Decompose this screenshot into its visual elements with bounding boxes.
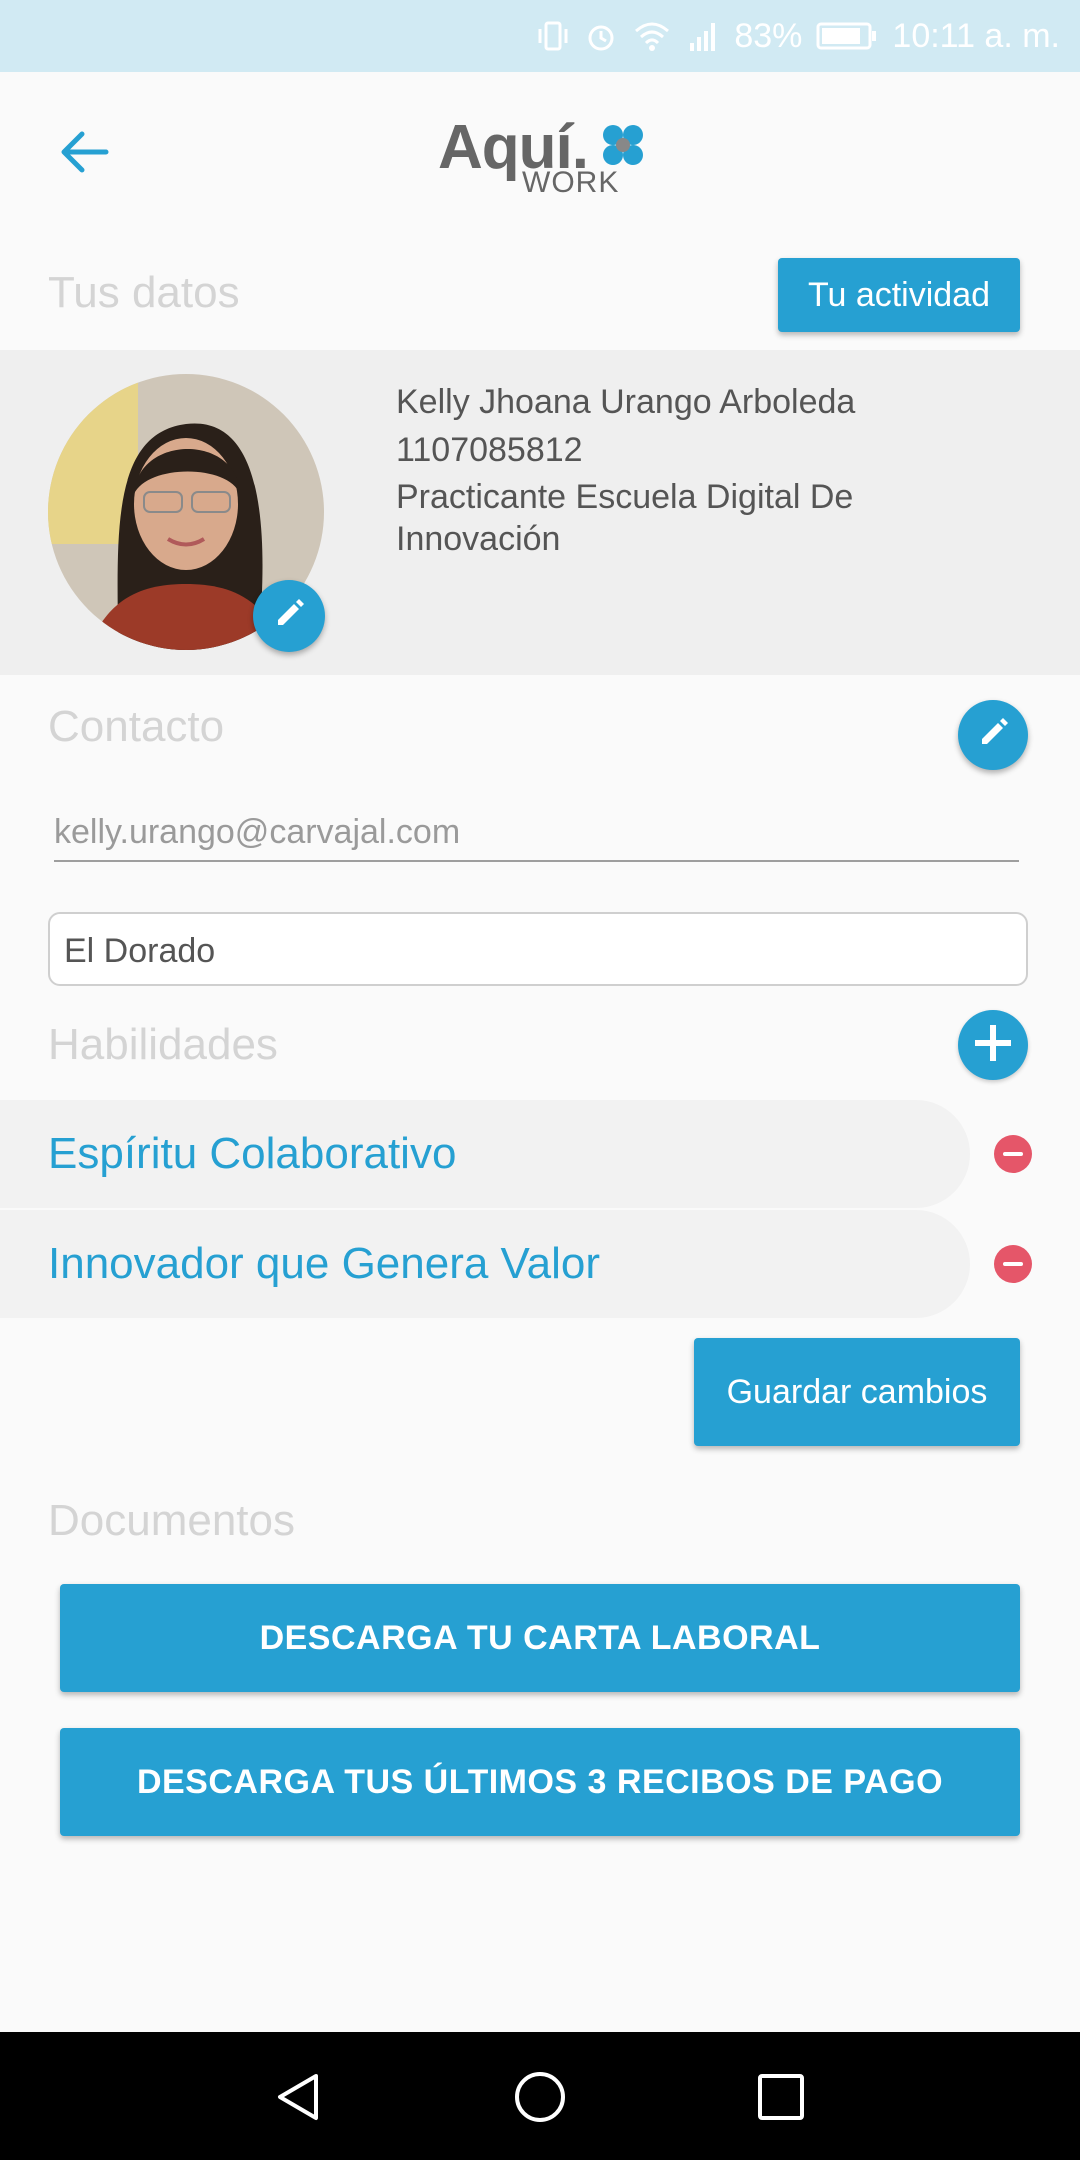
app-logo: Aquí. WORK xyxy=(430,112,650,202)
skill-label: Innovador que Genera Valor xyxy=(48,1239,600,1288)
skill-item: Innovador que Genera Valor xyxy=(0,1210,970,1318)
activity-button[interactable]: Tu actividad xyxy=(778,258,1020,332)
skill-label: Espíritu Colaborativo xyxy=(48,1129,457,1178)
section-title-contact: Contacto xyxy=(48,702,225,751)
vibrate-icon xyxy=(536,19,570,53)
logo-flower-icon xyxy=(598,120,648,170)
profile-name: Kelly Jhoana Urango Arboleda xyxy=(396,383,856,421)
remove-skill-button[interactable] xyxy=(994,1245,1032,1283)
section-title-documents: Documentos xyxy=(48,1496,296,1545)
wifi-icon xyxy=(632,19,672,53)
minus-icon xyxy=(1003,1152,1023,1156)
minus-icon xyxy=(1003,1262,1023,1266)
arrow-left-icon xyxy=(56,124,112,185)
alarm-icon xyxy=(584,19,618,53)
battery-icon xyxy=(816,19,878,53)
profile-job-title: Practicante Escuela Digital De Innovació… xyxy=(396,478,854,558)
email-field[interactable]: kelly.urango@carvajal.com xyxy=(54,800,1019,862)
add-skill-button[interactable] xyxy=(958,1010,1028,1080)
edit-contact-button[interactable] xyxy=(958,700,1028,770)
section-title-skills: Habilidades xyxy=(48,1020,278,1069)
status-bar: 83% 10:11 a. m. xyxy=(0,0,1080,72)
location-field[interactable]: El Dorado xyxy=(48,912,1028,986)
download-payslips-button[interactable]: DESCARGA TUS ÚLTIMOS 3 RECIBOS DE PAGO xyxy=(60,1728,1020,1836)
edit-photo-button[interactable] xyxy=(253,580,325,652)
pencil-icon xyxy=(272,597,306,636)
battery-percent: 83% xyxy=(734,16,803,55)
nav-home-icon[interactable] xyxy=(513,2070,567,2129)
plus-icon xyxy=(971,1021,1015,1070)
nav-back-icon[interactable] xyxy=(272,2070,326,2129)
system-nav-bar xyxy=(0,2032,1080,2160)
logo-sub: WORK xyxy=(522,166,620,199)
nav-recents-icon[interactable] xyxy=(754,2070,808,2129)
skill-item: Espíritu Colaborativo xyxy=(0,1100,970,1208)
pencil-icon xyxy=(976,716,1010,755)
status-time: 10:11 a. m. xyxy=(892,16,1060,55)
download-work-letter-button[interactable]: DESCARGA TU CARTA LABORAL xyxy=(60,1584,1020,1692)
save-changes-button[interactable]: Guardar cambios xyxy=(694,1338,1020,1446)
back-button[interactable] xyxy=(48,118,120,190)
remove-skill-button[interactable] xyxy=(994,1135,1032,1173)
status-icons: 83% 10:11 a. m. xyxy=(536,0,1060,72)
signal-icon xyxy=(686,19,720,53)
profile-info: Kelly Jhoana Urango Arboleda 1107085812 … xyxy=(396,378,996,560)
section-title-profile: Tus datos xyxy=(48,268,240,317)
profile-id: 1107085812 xyxy=(396,431,583,469)
